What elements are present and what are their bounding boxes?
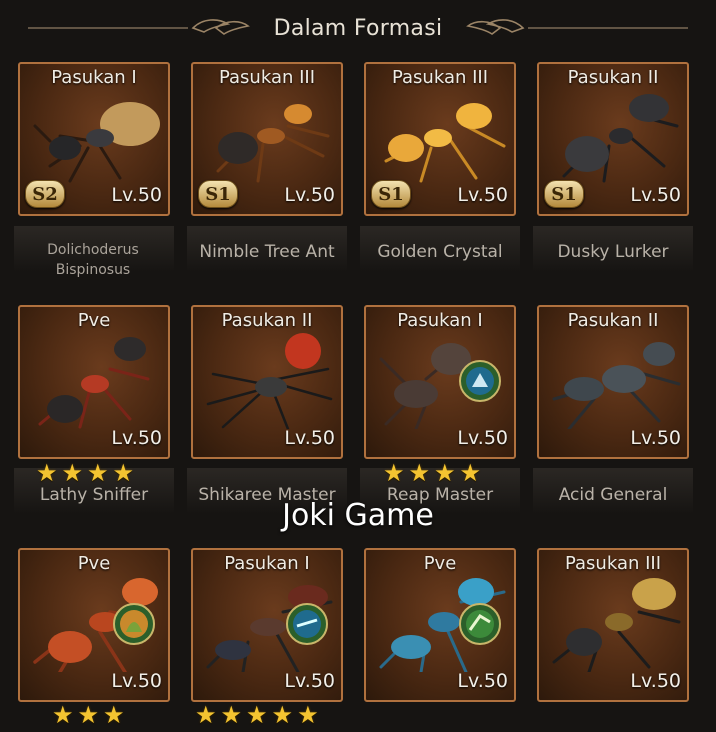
star-icon: ★ [77, 701, 100, 729]
ant-card[interactable]: Pasukan III S1 Lv.50 [364, 62, 516, 216]
watermark-text: Joki Game [282, 498, 434, 533]
star-icon: ★ [297, 701, 319, 729]
troop-label: Pve [77, 553, 111, 574]
troop-label: Pasukan III [564, 553, 662, 574]
ant-portrait-icon [38, 337, 150, 429]
ant-card[interactable]: Pasukan II S1 Lv.50 [537, 62, 689, 216]
troop-label: Pasukan II [567, 67, 659, 88]
ant-name: Dusky Lurker [557, 242, 669, 262]
star-rating: ★ ★ ★ ★ [36, 461, 134, 485]
star-icon: ★ [195, 701, 217, 729]
skill-badge-icon [459, 360, 501, 402]
level-label: Lv.50 [284, 427, 335, 449]
ornament-right-icon [466, 19, 688, 35]
season-badge: S1 [544, 180, 584, 208]
level-label: Lv.50 [284, 184, 335, 206]
page-title: Dalam Formasi [273, 15, 443, 41]
skill-badge-icon [459, 603, 501, 645]
level-label: Lv.50 [457, 184, 508, 206]
level-label: Lv.50 [457, 670, 508, 692]
level-label: Lv.50 [111, 670, 162, 692]
ant-portrait-icon [206, 333, 333, 429]
star-rating: ★ ★ ★ [52, 703, 125, 727]
level-label: Lv.50 [630, 184, 681, 206]
star-icon: ★ [408, 459, 431, 487]
ant-portrait-icon [552, 578, 681, 672]
ant-card[interactable]: Pve Lv.50 [18, 305, 170, 459]
ant-card[interactable]: Pasukan I Lv.50 [364, 305, 516, 459]
ant-portrait-icon [33, 102, 160, 183]
star-icon: ★ [112, 459, 135, 487]
ant-card[interactable]: Pasukan II Lv.50 [537, 305, 689, 459]
season-badge: S1 [198, 180, 238, 208]
troop-label: Pasukan I [224, 553, 310, 574]
star-icon: ★ [61, 459, 84, 487]
ant-name: Dolichoderus Bispinosus [47, 242, 139, 278]
star-icon: ★ [383, 459, 405, 487]
season-badge: S1 [371, 180, 411, 208]
level-label: Lv.50 [284, 670, 335, 692]
troop-label: Pasukan II [221, 310, 313, 331]
troop-label: Pasukan II [567, 310, 659, 331]
troop-label: Pasukan III [391, 67, 489, 88]
troop-label: Pasukan III [218, 67, 316, 88]
troop-label: Pasukan I [397, 310, 483, 331]
level-label: Lv.50 [630, 427, 681, 449]
star-icon: ★ [271, 701, 294, 729]
star-icon: ★ [52, 701, 74, 729]
ant-card[interactable]: Pasukan I S2 Lv.50 [18, 62, 170, 216]
star-rating: ★ ★ ★ ★ [383, 461, 481, 485]
ant-portrait-icon [562, 94, 679, 183]
formation-header: Dalam Formasi [0, 0, 716, 56]
ant-portrait-icon [552, 342, 681, 429]
star-rating: ★ ★ ★ ★ ★ [195, 703, 319, 727]
ornament-left-icon [28, 19, 250, 35]
star-icon: ★ [434, 459, 456, 487]
troop-label: Pve [423, 553, 457, 574]
star-icon: ★ [36, 459, 58, 487]
ant-card[interactable]: Pasukan I Lv.50 [191, 548, 343, 702]
ant-card[interactable]: Pasukan III S1 Lv.50 [191, 62, 343, 216]
skill-badge-icon [113, 603, 155, 645]
ant-portrait-icon [384, 103, 506, 183]
level-label: Lv.50 [111, 184, 162, 206]
star-icon: ★ [246, 701, 268, 729]
ant-card[interactable]: Pasukan III Lv.50 [537, 548, 689, 702]
ant-name: Golden Crystal [377, 242, 503, 262]
ant-card[interactable]: Pve Lv.50 [364, 548, 516, 702]
skill-badge-icon [286, 603, 328, 645]
star-icon: ★ [87, 459, 109, 487]
star-icon: ★ [220, 701, 243, 729]
ant-card[interactable]: Pasukan II Lv.50 [191, 305, 343, 459]
season-badge: S2 [25, 180, 65, 208]
star-icon: ★ [459, 459, 482, 487]
ant-card[interactable]: Pve Lv.50 [18, 548, 170, 702]
troop-label: Pasukan I [51, 67, 137, 88]
star-icon: ★ [103, 701, 125, 729]
ant-portrait-icon [216, 104, 330, 183]
level-label: Lv.50 [630, 670, 681, 692]
ant-name: Nimble Tree Ant [199, 242, 335, 262]
troop-label: Pve [77, 310, 111, 331]
level-label: Lv.50 [111, 427, 162, 449]
level-label: Lv.50 [457, 427, 508, 449]
